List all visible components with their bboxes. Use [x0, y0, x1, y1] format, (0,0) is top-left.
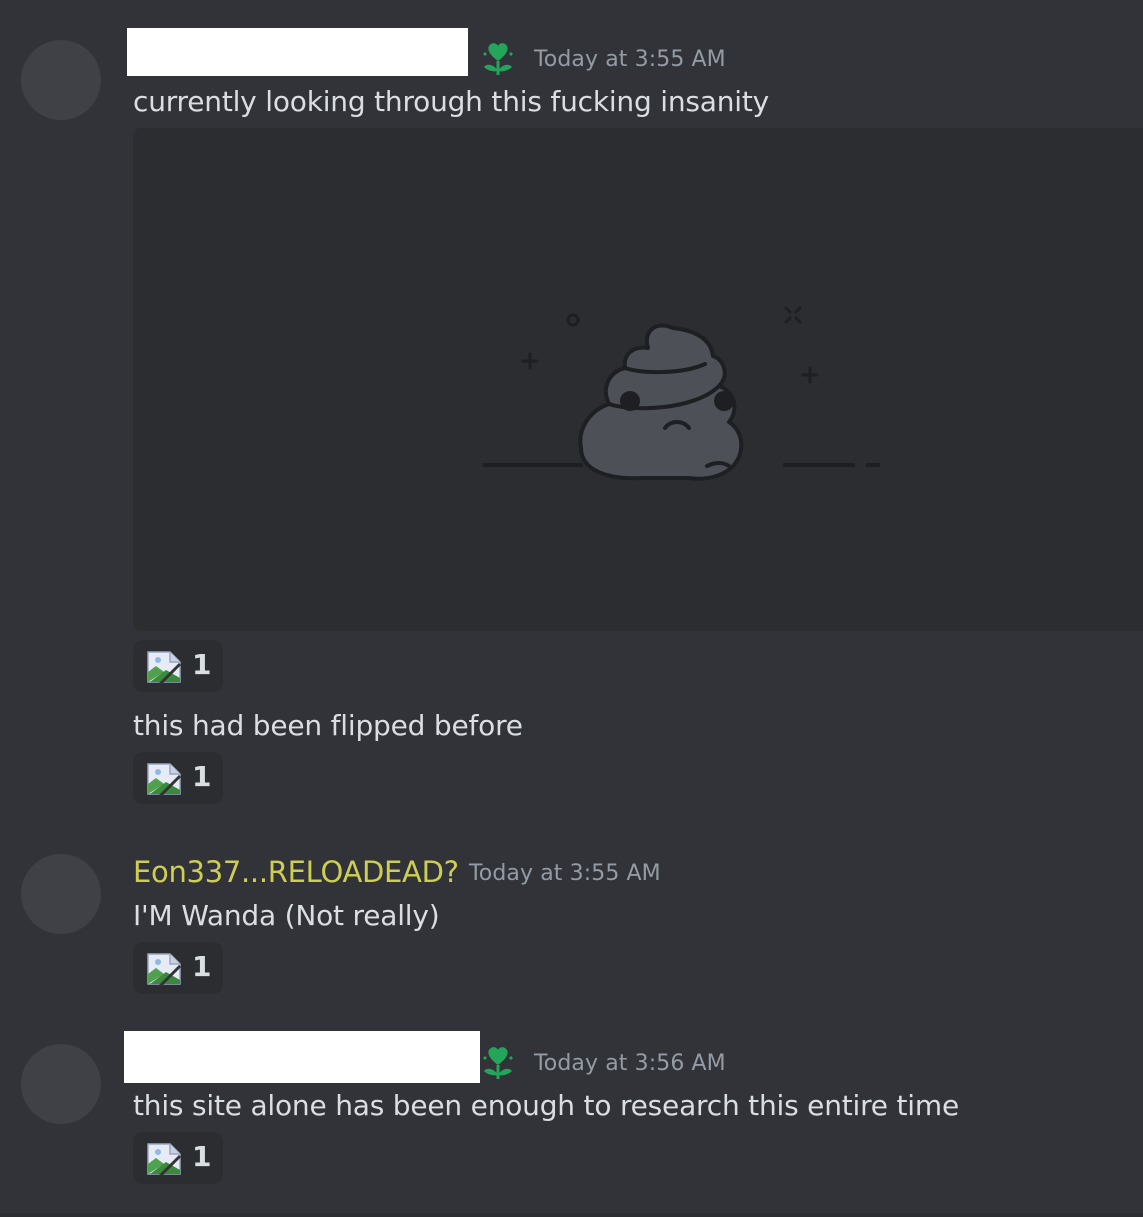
reaction-count: 1 [192, 1140, 212, 1173]
reaction-button[interactable]: 1 [133, 1132, 223, 1184]
green-heart-flower-icon [483, 1047, 513, 1079]
broken-image-icon [147, 651, 182, 684]
image-attachment[interactable] [133, 128, 1143, 631]
reaction-button[interactable]: 1 [133, 640, 223, 692]
message-text: currently looking through this fucking i… [133, 85, 769, 118]
chat-messages: Today at 3:55 AM currently looking throu… [0, 0, 1143, 1217]
reaction-count: 1 [192, 760, 212, 793]
green-heart-flower-icon [483, 43, 513, 75]
reaction-button[interactable]: 1 [133, 752, 223, 804]
message-timestamp[interactable]: Today at 3:55 AM [469, 861, 661, 886]
avatar[interactable] [21, 854, 101, 934]
role-icon[interactable] [478, 1042, 518, 1082]
reaction-count: 1 [192, 950, 212, 983]
message-timestamp[interactable]: Today at 3:55 AM [534, 47, 726, 72]
reaction-count: 1 [192, 648, 212, 681]
message-text: this had been flipped before [133, 709, 523, 742]
broken-image-icon [147, 953, 182, 986]
message-text: this site alone has been enough to resea… [133, 1089, 959, 1122]
role-icon[interactable] [478, 38, 518, 78]
broken-image-icon [147, 1143, 182, 1176]
avatar[interactable] [21, 1044, 101, 1124]
avatar[interactable] [21, 40, 101, 120]
redacted-username[interactable] [127, 28, 468, 76]
divider [0, 1213, 1143, 1217]
username[interactable]: Eon337...RELOADEAD? [133, 855, 459, 889]
reaction-button[interactable]: 1 [133, 942, 223, 994]
redacted-username[interactable] [124, 1031, 480, 1083]
message-timestamp[interactable]: Today at 3:56 AM [534, 1051, 726, 1076]
message-text: I'M Wanda (Not really) [133, 899, 440, 932]
broken-image-placeholder-icon [483, 306, 880, 481]
broken-image-icon [147, 763, 182, 796]
